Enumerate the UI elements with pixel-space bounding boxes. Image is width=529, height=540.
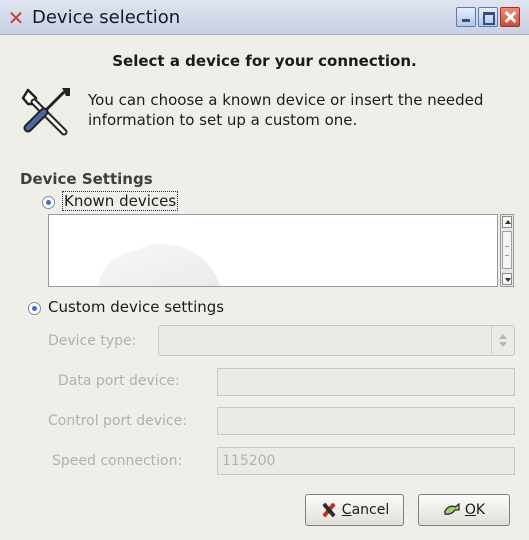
data-port-input[interactable] [217, 368, 515, 396]
close-button[interactable] [500, 7, 520, 27]
device-type-select[interactable] [158, 325, 515, 356]
tools-icon [21, 88, 70, 136]
speed-connection-input[interactable]: 115200 [217, 447, 515, 475]
window-title: Device selection [32, 7, 181, 28]
known-devices-scrollbar[interactable] [500, 214, 514, 287]
control-port-input[interactable] [217, 407, 515, 435]
title-bar[interactable]: ✕ Device selection [0, 0, 529, 35]
chevron-updown-icon [491, 326, 514, 355]
known-devices-list[interactable] [48, 214, 498, 287]
cancel-icon [320, 501, 338, 519]
cancel-label: Cancel [341, 502, 390, 518]
control-port-label: Control port device: [48, 413, 187, 429]
data-port-label: Data port device: [58, 373, 180, 389]
app-close-icon: ✕ [7, 6, 25, 30]
device-watermark-icon [87, 228, 227, 286]
cancel-button[interactable]: Cancel [305, 494, 404, 526]
scroll-down-button[interactable] [502, 273, 512, 285]
known-devices-radio[interactable] [42, 196, 55, 209]
scroll-up-button[interactable] [502, 216, 512, 228]
maximize-button[interactable] [478, 7, 498, 27]
ok-icon [444, 502, 460, 515]
known-devices-text: Known devices [62, 191, 179, 211]
ok-label: OK [464, 502, 486, 518]
device-type-label: Device type: [48, 333, 137, 349]
custom-device-label[interactable]: Custom device settings [48, 298, 224, 316]
device-settings-heading: Device Settings [20, 170, 153, 188]
info-line-2: information to set up a custom one. [88, 111, 358, 129]
known-devices-label[interactable]: Known devices [62, 191, 179, 211]
custom-device-radio[interactable] [28, 302, 41, 315]
dialog-heading: Select a device for your connection. [112, 52, 417, 70]
ok-button[interactable]: OK [418, 494, 510, 526]
minimize-button[interactable] [456, 7, 476, 27]
speed-connection-label: Speed connection: [52, 453, 183, 469]
info-text: You can choose a known device or insert … [88, 90, 528, 130]
info-line-1: You can choose a known device or insert … [88, 91, 484, 109]
scroll-thumb[interactable] [502, 231, 512, 269]
